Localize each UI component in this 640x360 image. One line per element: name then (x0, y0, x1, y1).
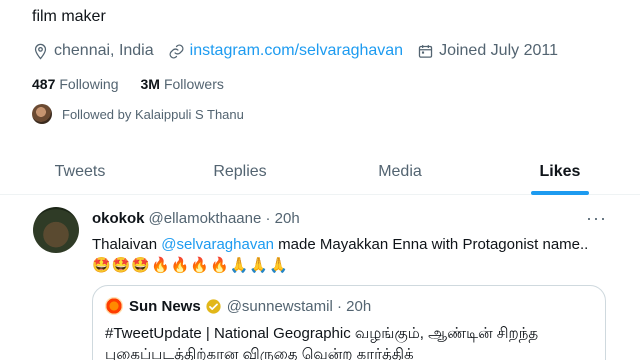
quoted-tweet-time: · 20h (336, 297, 372, 315)
following-count: 487 (32, 76, 56, 92)
tweet-text-end: made Mayakkan Enna with Protagonist name… (274, 236, 589, 253)
tweet-emojis: 🤩🤩🤩🔥🔥🔥🔥🙏🙏🙏 (92, 257, 289, 274)
following-link[interactable]: 487 Following (32, 76, 119, 92)
tweet-header: okokok @ellamokthaane · 20h (92, 210, 300, 227)
tab-replies[interactable]: Replies (160, 150, 320, 194)
tweet-mention-link[interactable]: @selvaraghavan (161, 236, 274, 253)
profile-page: film maker chennai, India instagram.com/… (0, 0, 640, 360)
profile-bio: film maker (32, 8, 106, 25)
tweet-author-name[interactable]: okokok (92, 210, 145, 227)
location-pin-icon (34, 43, 47, 60)
tab-tweets[interactable]: Tweets (0, 150, 160, 194)
tweet-text: Thalaivan @selvaraghavan made Mayakkan E… (92, 234, 622, 255)
followed-by[interactable]: Followed by Kalaippuli S Thanu (32, 104, 244, 124)
more-options-icon[interactable]: ··· (586, 208, 607, 229)
quoted-text-line1: #TweetUpdate | National Geographic வழங்க… (105, 325, 539, 342)
tweet-author-handle[interactable]: @ellamokthaane (149, 210, 262, 227)
tweet-text-start: Thalaivan (92, 236, 162, 253)
website-item[interactable]: instagram.com/selvaraghavan (168, 42, 403, 60)
followers-link[interactable]: 3M Followers (141, 76, 224, 92)
quoted-author-name: Sun News (129, 297, 201, 315)
quoted-author-handle: @sunnewstamil (226, 297, 333, 315)
location-item: chennai, India (32, 42, 154, 60)
tweet-author-avatar[interactable] (33, 207, 79, 253)
link-icon (169, 44, 184, 58)
tab-media[interactable]: Media (320, 150, 480, 194)
profile-meta: chennai, India instagram.com/selvaraghav… (32, 42, 572, 60)
quoted-tweet[interactable]: Sun News @sunnewstamil · 20h #TweetUpdat… (92, 285, 606, 360)
quoted-tweet-header: Sun News @sunnewstamil · 20h (105, 297, 371, 315)
quoted-text-line2: புகைப்படத்திற்கான விருதை வென்ற கார்த்திக… (105, 346, 414, 360)
joined-text: Joined July 2011 (439, 42, 558, 59)
following-label: Following (59, 76, 119, 92)
tweet-item[interactable]: okokok @ellamokthaane · 20h ··· Thalaiva… (0, 195, 640, 360)
tweet-time[interactable]: · 20h (265, 210, 299, 227)
profile-tabs: Tweets Replies Media Likes (0, 150, 640, 195)
followers-count: 3M (140, 76, 160, 92)
website-link[interactable]: instagram.com/selvaraghavan (190, 42, 403, 60)
followers-label: Followers (163, 76, 224, 92)
location-text: chennai, India (54, 42, 154, 59)
follow-counts: 487 Following 3M Followers (32, 76, 246, 92)
follower-avatar (32, 104, 52, 124)
verified-badge-icon (205, 298, 222, 315)
quoted-tweet-text: #TweetUpdate | National Geographic வழங்க… (105, 323, 595, 360)
joined-item: Joined July 2011 (417, 42, 558, 60)
followed-by-text: Followed by Kalaippuli S Thanu (62, 106, 244, 122)
calendar-icon (418, 44, 433, 58)
quoted-author-avatar (105, 297, 123, 315)
tab-likes[interactable]: Likes (480, 150, 640, 194)
